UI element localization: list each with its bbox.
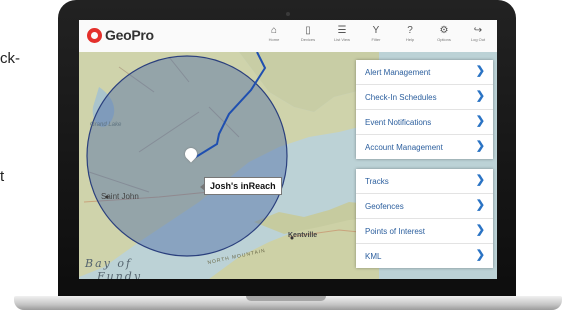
map-label-grand-lake: Grand Lake	[90, 122, 122, 128]
home-icon: ⌂	[270, 25, 278, 36]
filter-icon: Y	[372, 25, 380, 36]
nav-list-view-label: List View	[334, 37, 350, 42]
devices-icon: ▯	[305, 25, 311, 36]
nav-filter-label: Filter	[371, 37, 381, 42]
nav-help-label: Help	[405, 37, 415, 42]
menu-item-points-of-interest[interactable]: Points of Interest ❯	[356, 219, 493, 244]
map-label-saint-john: Saint John	[101, 192, 139, 201]
menu-item-account-management[interactable]: Account Management ❯	[356, 135, 493, 159]
menu-item-label: Alert Management	[365, 67, 431, 77]
logo-text: GeoPro	[105, 27, 154, 43]
nav-filter[interactable]: Y Filter	[359, 24, 393, 43]
laptop-notch	[246, 296, 326, 301]
menu-item-tracks[interactable]: Tracks ❯	[356, 169, 493, 194]
nav-devices[interactable]: ▯ Devices	[291, 24, 325, 43]
menu-item-label: Event Notifications	[365, 117, 432, 127]
menu-item-alert-management[interactable]: Alert Management ❯	[356, 60, 493, 85]
cropped-text-right-mid: t	[0, 168, 5, 185]
app-header: GeoPro ⌂ Home ▯ Devices ☰ List View Y Fi…	[79, 20, 497, 53]
menu-item-kml[interactable]: KML ❯	[356, 244, 493, 268]
chevron-right-icon: ❯	[475, 174, 485, 186]
menu-item-label: Points of Interest	[365, 226, 426, 236]
menu-item-event-notifications[interactable]: Event Notifications ❯	[356, 110, 493, 135]
chevron-right-icon: ❯	[475, 65, 485, 77]
menu-item-label: KML	[365, 251, 382, 261]
menu-item-label: Check-In Schedules	[365, 92, 437, 102]
nav-options-label: Options	[437, 37, 451, 42]
nav-list-view[interactable]: ☰ List View	[325, 24, 359, 43]
menu-item-check-in-schedules[interactable]: Check-In Schedules ❯	[356, 85, 493, 110]
map-label-bay-of: Bay of	[85, 257, 133, 270]
menu-item-label: Account Management	[365, 142, 443, 152]
app-screen: GeoPro ⌂ Home ▯ Devices ☰ List View Y Fi…	[79, 20, 497, 279]
menu-item-geofences[interactable]: Geofences ❯	[356, 194, 493, 219]
chevron-right-icon: ❯	[475, 249, 485, 261]
chevron-right-icon: ❯	[475, 224, 485, 236]
device-marker-label[interactable]: Josh's inReach	[200, 177, 282, 195]
chevron-right-icon: ❯	[475, 115, 485, 127]
cropped-text-right-top: ck-	[0, 50, 20, 67]
map-layers-menu: Tracks ❯ Geofences ❯ Points of Interest …	[356, 169, 493, 268]
chevron-right-icon: ❯	[475, 140, 485, 152]
nav-home-label: Home	[268, 37, 280, 42]
menu-item-label: Geofences	[365, 201, 404, 211]
nav-options[interactable]: ⚙ Options	[427, 24, 461, 43]
map-label-fundy: Fundy	[97, 270, 143, 279]
camera-icon	[286, 12, 290, 16]
menu-item-label: Tracks	[365, 176, 389, 186]
logout-icon: ↪	[473, 25, 483, 36]
list-view-icon: ☰	[337, 25, 347, 36]
nav-devices-label: Devices	[300, 37, 316, 42]
chevron-right-icon: ❯	[475, 90, 485, 102]
map-label-kentville: Kentville	[288, 232, 318, 239]
help-icon: ?	[407, 25, 413, 36]
chevron-right-icon: ❯	[475, 199, 485, 211]
options-icon: ⚙	[439, 25, 449, 36]
nav-help[interactable]: ? Help	[393, 24, 427, 43]
geopro-logo[interactable]: GeoPro	[87, 27, 154, 43]
nav-home[interactable]: ⌂ Home	[257, 24, 291, 43]
nav-logout-label: Log Out	[470, 37, 486, 42]
logo-icon	[87, 27, 102, 43]
map-view[interactable]: Grand Lake Saint John Kentville NORTH MO…	[79, 52, 497, 279]
nav-logout[interactable]: ↪ Log Out	[461, 24, 495, 43]
account-menu: Alert Management ❯ Check-In Schedules ❯ …	[356, 60, 493, 159]
